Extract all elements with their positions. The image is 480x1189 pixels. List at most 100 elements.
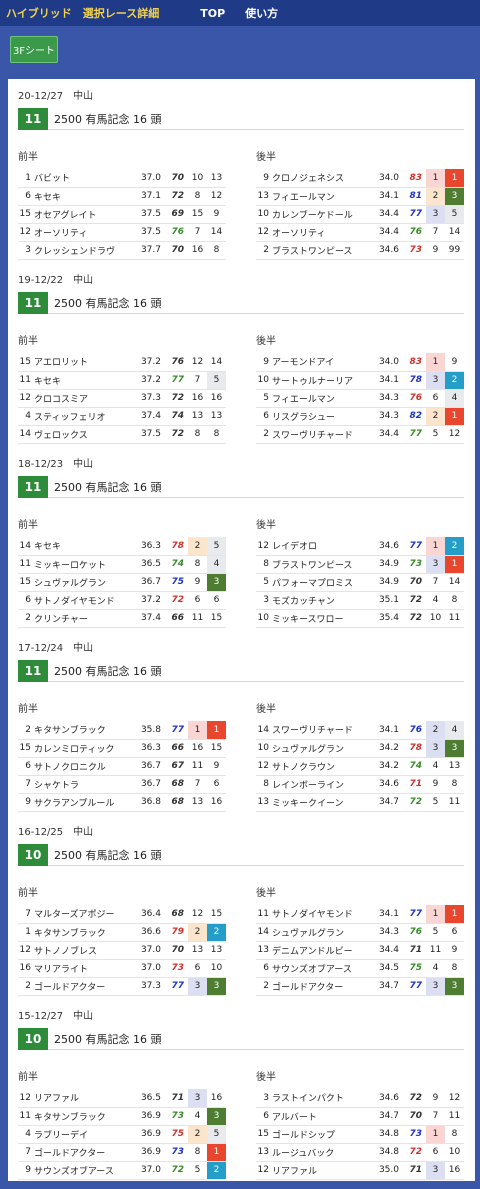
- horse-name[interactable]: オーソリティ: [34, 223, 135, 242]
- horse-name[interactable]: キセキ: [34, 187, 135, 206]
- horse-name[interactable]: スワーヴリチャード: [272, 425, 373, 444]
- horse-name[interactable]: クリンチャー: [34, 609, 135, 628]
- horse-name[interactable]: キタサンブラック: [34, 923, 135, 942]
- horse-row[interactable]: 11 キタサンブラック 36.9 73 4 3: [18, 1107, 226, 1126]
- horse-row[interactable]: 13 フィエールマン 34.1 81 2 3: [256, 187, 464, 206]
- 3f-sheet-button[interactable]: 3Fシート: [10, 36, 58, 63]
- horse-row[interactable]: 6 キセキ 37.1 72 8 12: [18, 187, 226, 206]
- horse-name[interactable]: キセキ: [34, 371, 135, 390]
- horse-name[interactable]: サウンズオブアース: [34, 1161, 135, 1180]
- horse-row[interactable]: 12 レイデオロ 34.6 77 1 2: [256, 537, 464, 556]
- horse-row[interactable]: 9 クロノジェネシス 34.0 83 1 1: [256, 169, 464, 188]
- horse-name[interactable]: スワーヴリチャード: [272, 721, 373, 740]
- horse-row[interactable]: 10 サートゥルナーリア 34.1 78 3 2: [256, 371, 464, 390]
- horse-name[interactable]: ブラストワンピース: [272, 241, 373, 260]
- horse-row[interactable]: 13 ルージュバック 34.8 72 6 10: [256, 1143, 464, 1162]
- horse-name[interactable]: クロノジェネシス: [272, 169, 373, 188]
- horse-name[interactable]: キタサンブラック: [34, 721, 135, 740]
- horse-row[interactable]: 9 アーモンドアイ 34.0 83 1 9: [256, 353, 464, 372]
- horse-name[interactable]: パフォーマプロミス: [272, 573, 373, 592]
- horse-row[interactable]: 12 オーソリティ 34.4 76 7 14: [256, 223, 464, 242]
- horse-name[interactable]: サクラアンプルール: [34, 793, 135, 812]
- horse-name[interactable]: ゴールドアクター: [34, 1143, 135, 1162]
- horse-name[interactable]: リアファル: [272, 1161, 373, 1180]
- horse-row[interactable]: 4 スティッフェリオ 37.4 74 13 13: [18, 407, 226, 426]
- horse-name[interactable]: サトノダイヤモンド: [272, 905, 373, 924]
- horse-name[interactable]: レインボーライン: [272, 775, 373, 794]
- horse-name[interactable]: サトノノブレス: [34, 941, 135, 960]
- horse-name[interactable]: ルージュバック: [272, 1143, 373, 1162]
- horse-row[interactable]: 16 マリアライト 37.0 73 6 10: [18, 959, 226, 978]
- horse-row[interactable]: 15 ゴールドシップ 34.8 73 1 8: [256, 1125, 464, 1144]
- horse-row[interactable]: 2 クリンチャー 37.4 66 11 15: [18, 609, 226, 628]
- horse-name[interactable]: バビット: [34, 169, 135, 188]
- horse-row[interactable]: 3 ラストインパクト 34.6 72 9 12: [256, 1089, 464, 1108]
- horse-row[interactable]: 11 キセキ 37.2 77 7 5: [18, 371, 226, 390]
- horse-name[interactable]: オセアグレイト: [34, 205, 135, 224]
- horse-row[interactable]: 7 シャケトラ 36.7 68 7 6: [18, 775, 226, 794]
- horse-name[interactable]: モズカッチャン: [272, 591, 373, 610]
- horse-row[interactable]: 8 ブラストワンピース 34.9 73 3 1: [256, 555, 464, 574]
- horse-name[interactable]: サートゥルナーリア: [272, 371, 373, 390]
- horse-name[interactable]: アルバート: [272, 1107, 373, 1126]
- horse-row[interactable]: 6 サトノクロニクル 36.7 67 11 9: [18, 757, 226, 776]
- horse-row[interactable]: 1 バビット 37.0 70 10 13: [18, 169, 226, 188]
- horse-row[interactable]: 12 オーソリティ 37.5 76 7 14: [18, 223, 226, 242]
- horse-row[interactable]: 8 レインボーライン 34.6 71 9 8: [256, 775, 464, 794]
- horse-row[interactable]: 6 サウンズオブアース 34.5 75 4 8: [256, 959, 464, 978]
- horse-row[interactable]: 12 サトノノブレス 37.0 70 13 13: [18, 941, 226, 960]
- horse-name[interactable]: カレンブーケドール: [272, 205, 373, 224]
- horse-name[interactable]: オーソリティ: [272, 223, 373, 242]
- horse-row[interactable]: 15 カレンミロティック 36.3 66 16 15: [18, 739, 226, 758]
- horse-name[interactable]: リアファル: [34, 1089, 135, 1108]
- horse-name[interactable]: スティッフェリオ: [34, 407, 135, 426]
- horse-row[interactable]: 13 ミッキークイーン 34.7 72 5 11: [256, 793, 464, 812]
- horse-row[interactable]: 14 シュヴァルグラン 34.3 76 5 6: [256, 923, 464, 942]
- horse-row[interactable]: 2 ゴールドアクター 34.7 77 3 3: [256, 977, 464, 996]
- horse-name[interactable]: ヴェロックス: [34, 425, 135, 444]
- horse-row[interactable]: 5 パフォーマプロミス 34.9 70 7 14: [256, 573, 464, 592]
- nav-usage-link[interactable]: 使い方: [245, 5, 278, 21]
- horse-name[interactable]: リスグラシュー: [272, 407, 373, 426]
- horse-name[interactable]: サトノダイヤモンド: [34, 591, 135, 610]
- horse-row[interactable]: 7 マルターズアポジー 36.4 68 12 15: [18, 905, 226, 924]
- horse-name[interactable]: フィエールマン: [272, 389, 373, 408]
- horse-row[interactable]: 15 オセアグレイト 37.5 69 15 9: [18, 205, 226, 224]
- horse-name[interactable]: シャケトラ: [34, 775, 135, 794]
- horse-row[interactable]: 12 サトノクラウン 34.2 74 4 13: [256, 757, 464, 776]
- horse-row[interactable]: 5 フィエールマン 34.3 76 6 4: [256, 389, 464, 408]
- horse-name[interactable]: シュヴァルグラン: [272, 739, 373, 758]
- horse-name[interactable]: ゴールドアクター: [272, 977, 373, 996]
- horse-row[interactable]: 2 ブラストワンピース 34.6 73 9 99: [256, 241, 464, 260]
- horse-row[interactable]: 12 クロコスミア 37.3 72 16 16: [18, 389, 226, 408]
- horse-name[interactable]: アエロリット: [34, 353, 135, 372]
- horse-row[interactable]: 11 ミッキーロケット 36.5 74 8 4: [18, 555, 226, 574]
- horse-row[interactable]: 4 ラブリーデイ 36.9 75 2 5: [18, 1125, 226, 1144]
- horse-row[interactable]: 10 カレンブーケドール 34.4 77 3 5: [256, 205, 464, 224]
- horse-name[interactable]: サトノクラウン: [272, 757, 373, 776]
- horse-row[interactable]: 3 モズカッチャン 35.1 72 4 8: [256, 591, 464, 610]
- horse-name[interactable]: フィエールマン: [272, 187, 373, 206]
- horse-row[interactable]: 9 サクラアンプルール 36.8 68 13 16: [18, 793, 226, 812]
- horse-name[interactable]: ラブリーデイ: [34, 1125, 135, 1144]
- horse-row[interactable]: 14 スワーヴリチャード 34.1 76 2 4: [256, 721, 464, 740]
- horse-name[interactable]: サウンズオブアース: [272, 959, 373, 978]
- horse-row[interactable]: 10 シュヴァルグラン 34.2 78 3 3: [256, 739, 464, 758]
- nav-top-link[interactable]: TOP: [200, 7, 225, 20]
- horse-name[interactable]: マリアライト: [34, 959, 135, 978]
- horse-name[interactable]: サトノクロニクル: [34, 757, 135, 776]
- horse-name[interactable]: ミッキークイーン: [272, 793, 373, 812]
- horse-row[interactable]: 14 ヴェロックス 37.5 72 8 8: [18, 425, 226, 444]
- horse-row[interactable]: 2 ゴールドアクター 37.3 77 3 3: [18, 977, 226, 996]
- horse-row[interactable]: 13 デニムアンドルビー 34.4 71 11 9: [256, 941, 464, 960]
- horse-row[interactable]: 6 アルバート 34.7 70 7 11: [256, 1107, 464, 1126]
- horse-name[interactable]: クレッシェンドラヴ: [34, 241, 135, 260]
- horse-name[interactable]: アーモンドアイ: [272, 353, 373, 372]
- horse-row[interactable]: 6 リスグラシュー 34.3 82 2 1: [256, 407, 464, 426]
- horse-name[interactable]: カレンミロティック: [34, 739, 135, 758]
- horse-row[interactable]: 10 ミッキースワロー 35.4 72 10 11: [256, 609, 464, 628]
- horse-row[interactable]: 1 キタサンブラック 36.6 79 2 2: [18, 923, 226, 942]
- horse-row[interactable]: 12 リアファル 35.0 71 3 16: [256, 1161, 464, 1180]
- horse-row[interactable]: 2 スワーヴリチャード 34.4 77 5 12: [256, 425, 464, 444]
- horse-row[interactable]: 2 キタサンブラック 35.8 77 1 1: [18, 721, 226, 740]
